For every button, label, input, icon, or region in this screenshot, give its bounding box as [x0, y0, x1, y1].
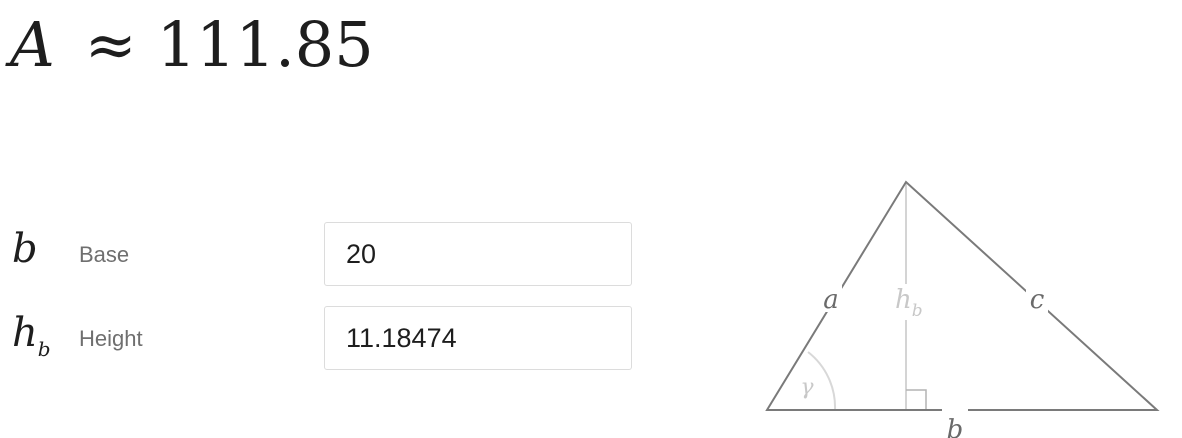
height-symbol-sub: b [37, 337, 51, 361]
right-angle-marker [906, 389, 927, 410]
height-label: Height [79, 326, 143, 351]
label-side-b: b [947, 415, 964, 438]
label-height-sub: b [912, 301, 923, 321]
area-value: 111.85 [156, 7, 374, 81]
area-result: A ≈ 111.85 [10, 4, 374, 84]
base-symbol: b [12, 226, 38, 272]
area-symbol: A [10, 7, 55, 81]
base-row: b Base [0, 222, 640, 286]
height-symbol: hb [12, 308, 51, 374]
height-input[interactable] [324, 306, 632, 370]
triangle-diagram: a c b hb γ [765, 180, 1160, 438]
base-input[interactable] [324, 222, 632, 286]
label-side-a: a [823, 285, 839, 315]
label-height-main: h [895, 285, 912, 315]
height-symbol-main: h [12, 310, 38, 356]
approx-sign: ≈ [84, 7, 137, 81]
base-label: Base [79, 242, 130, 267]
height-row: hb Height [0, 306, 640, 370]
label-side-c: c [1030, 285, 1045, 315]
label-angle-gamma: γ [800, 375, 814, 400]
